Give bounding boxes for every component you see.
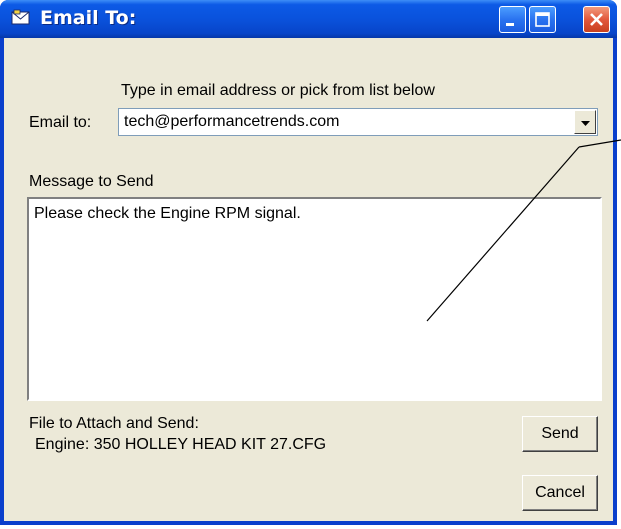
message-textarea[interactable]: Please check the Engine RPM signal. (27, 197, 602, 401)
send-button[interactable]: Send (522, 416, 598, 452)
email-dropdown-button[interactable] (574, 110, 596, 134)
envelope-icon (11, 9, 30, 25)
maximize-icon (535, 12, 550, 27)
cancel-button[interactable]: Cancel (522, 475, 598, 511)
close-button[interactable] (583, 6, 610, 33)
title-bar[interactable]: Email To: (0, 0, 617, 38)
message-label: Message to Send (29, 173, 154, 190)
email-address-value[interactable]: tech@performancetrends.com (124, 113, 339, 131)
maximize-button[interactable] (529, 6, 556, 33)
close-icon (590, 13, 603, 26)
email-instruction: Type in email address or pick from list … (121, 82, 435, 99)
email-address-combobox[interactable]: tech@performancetrends.com (118, 108, 598, 136)
attach-label: File to Attach and Send: (29, 415, 199, 432)
window-title: Email To: (40, 7, 137, 29)
attached-file-name: Engine: 350 HOLLEY HEAD KIT 27.CFG (35, 436, 327, 453)
minimize-button[interactable] (499, 6, 526, 33)
message-text: Please check the Engine RPM signal. (34, 205, 301, 222)
chevron-down-icon (581, 121, 590, 126)
minimize-icon (506, 23, 514, 26)
email-to-label: Email to: (29, 114, 92, 131)
